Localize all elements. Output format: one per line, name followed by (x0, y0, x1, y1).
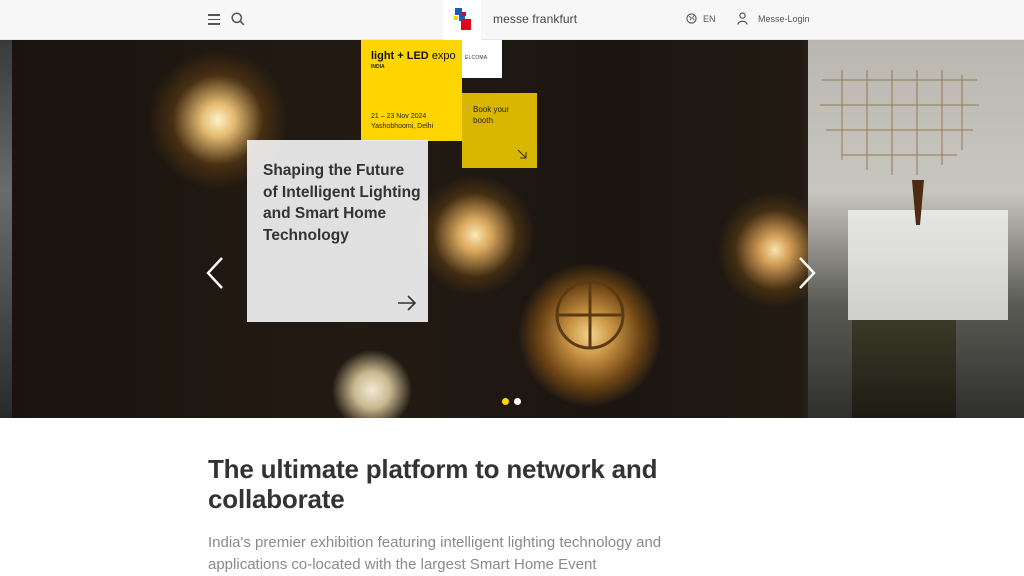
event-country: INDIA (371, 64, 385, 70)
language-label: EN (703, 13, 716, 24)
site-header: messe frankfurt EN Messe-Login (0, 0, 1024, 40)
login-label: Messe-Login (758, 13, 810, 24)
book-booth-label[interactable]: Book your booth (473, 104, 531, 126)
event-brand-main: light + LED (371, 50, 429, 62)
chevron-right-icon[interactable] (796, 256, 818, 290)
hero-background-stall (852, 320, 956, 418)
arrow-down-right-icon[interactable] (517, 149, 527, 159)
event-brand: light + LED expo (371, 50, 456, 62)
lamp-grid-overlay (555, 280, 625, 350)
event-info: 21 – 23 Nov 2024 Yashobhoomi, Delhi (371, 112, 433, 132)
logo-wordmark[interactable]: messe frankfurt (493, 12, 577, 26)
hero-teaser-title[interactable]: Shaping the Future of Intelligent Lighti… (263, 160, 423, 246)
event-brand-suffix: expo (431, 50, 456, 62)
section-headline: The ultimate platform to network and col… (208, 454, 658, 514)
messe-frankfurt-logo[interactable] (443, 0, 481, 40)
arrow-right-icon[interactable] (397, 294, 417, 312)
partner-logo: ELCOMA (465, 55, 488, 61)
chandelier-overlay (820, 70, 979, 225)
chevron-left-icon[interactable] (204, 256, 226, 290)
hero-background-edge (0, 40, 12, 418)
login-link[interactable]: Messe-Login (737, 12, 810, 25)
carousel-dot-1-active[interactable] (502, 398, 509, 405)
language-selector[interactable]: EN (686, 13, 716, 24)
hamburger-icon[interactable] (208, 13, 220, 25)
globe-icon (686, 13, 697, 24)
section-intro: India's premier exhibition featuring int… (208, 534, 662, 573)
user-icon (737, 12, 748, 25)
event-dates: 21 – 23 Nov 2024 (371, 113, 427, 120)
event-venue: Yashobhoomi, Delhi (371, 123, 434, 130)
carousel-dot-2[interactable] (514, 398, 521, 405)
search-icon[interactable] (231, 12, 245, 31)
